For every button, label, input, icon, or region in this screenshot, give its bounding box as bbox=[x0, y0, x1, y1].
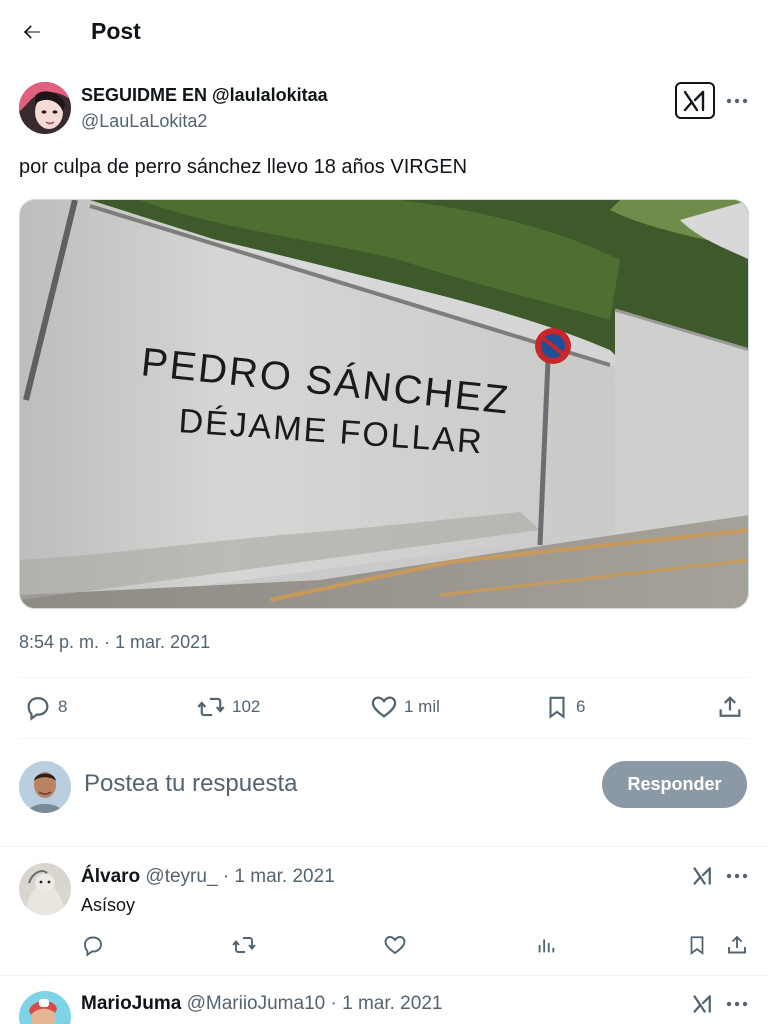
grok-button[interactable] bbox=[690, 991, 716, 1017]
repost-icon bbox=[197, 697, 225, 717]
reply-author-handle[interactable]: @teyru_ bbox=[145, 866, 217, 887]
repost-count: 102 bbox=[232, 697, 261, 716]
author-handle[interactable]: @LauLaLokita2 bbox=[81, 111, 207, 132]
reply-icon bbox=[27, 697, 49, 721]
divider bbox=[0, 975, 768, 976]
author-avatar[interactable] bbox=[19, 82, 71, 134]
heart-icon bbox=[384, 936, 406, 955]
reply-text: Asísoy bbox=[81, 895, 136, 915]
reply-meta: Álvaro @teyru_ · 1 mar. 2021 bbox=[81, 866, 335, 888]
post-image[interactable]: PEDRO SÁNCHEZ DÉJAME FOLLAR bbox=[19, 199, 749, 609]
back-button[interactable] bbox=[14, 14, 50, 50]
post-timestamp[interactable]: 8:54 p. m. · 1 mar. 2021 bbox=[19, 632, 210, 653]
like-action[interactable] bbox=[380, 930, 410, 960]
grok-icon bbox=[693, 867, 711, 885]
reply-composer: Postea tu respuesta Responder bbox=[0, 752, 768, 824]
share-icon bbox=[728, 935, 746, 954]
like-action[interactable]: 1 mil bbox=[370, 693, 440, 721]
reply-avatar[interactable] bbox=[19, 991, 71, 1024]
repost-icon bbox=[232, 937, 256, 953]
post-header: SEGUIDME EN @laulalokitaa @LauLaLokita2 bbox=[0, 78, 768, 138]
reply-action[interactable]: 8 bbox=[24, 693, 67, 721]
author-name[interactable]: SEGUIDME EN @laulalokitaa bbox=[81, 85, 328, 106]
share-action[interactable] bbox=[722, 930, 752, 960]
share-action[interactable] bbox=[716, 693, 744, 721]
divider bbox=[19, 677, 749, 678]
repost-action[interactable]: 102 bbox=[196, 693, 260, 721]
bookmark-icon bbox=[690, 936, 704, 955]
reply-meta: MarioJuma @MariioJuma10 · 1 mar. 2021 bbox=[81, 993, 442, 1015]
arrow-left-icon bbox=[23, 25, 40, 39]
bookmark-action[interactable]: 6 bbox=[544, 693, 585, 721]
views-action[interactable] bbox=[531, 930, 561, 960]
more-options-button[interactable] bbox=[722, 86, 752, 116]
more-options-button[interactable] bbox=[722, 861, 752, 891]
reply-item[interactable]: Álvaro @teyru_ · 1 mar. 2021 Asísoy bbox=[0, 860, 768, 972]
divider bbox=[19, 738, 749, 739]
grok-button[interactable] bbox=[675, 82, 715, 119]
grok-icon bbox=[693, 995, 711, 1013]
reply-author-name[interactable]: MarioJuma bbox=[81, 993, 181, 1014]
like-count: 1 mil bbox=[404, 697, 440, 716]
bookmark-action[interactable] bbox=[682, 930, 712, 960]
current-user-avatar[interactable] bbox=[19, 761, 71, 813]
bar-chart-icon bbox=[538, 939, 555, 953]
more-horizontal-icon bbox=[726, 98, 748, 104]
grok-icon bbox=[683, 90, 705, 111]
reply-author-name[interactable]: Álvaro bbox=[81, 866, 140, 887]
reply-icon bbox=[84, 936, 102, 957]
page-title: Post bbox=[91, 18, 141, 44]
post-text: por culpa de perro sánchez llevo 18 años… bbox=[19, 156, 468, 178]
bookmark-icon bbox=[549, 696, 565, 719]
reply-action[interactable] bbox=[78, 930, 108, 960]
reply-count: 8 bbox=[58, 697, 68, 716]
reply-date[interactable]: · 1 mar. 2021 bbox=[331, 993, 443, 1014]
bookmark-count: 6 bbox=[576, 697, 586, 716]
more-options-button[interactable] bbox=[722, 989, 752, 1019]
grok-button[interactable] bbox=[690, 863, 716, 889]
more-horizontal-icon bbox=[726, 873, 748, 879]
share-icon bbox=[719, 696, 741, 717]
reply-submit-button[interactable]: Responder bbox=[602, 761, 747, 808]
reply-author-handle[interactable]: @MariioJuma10 bbox=[187, 993, 326, 1014]
repost-action[interactable] bbox=[229, 930, 259, 960]
divider bbox=[0, 846, 768, 847]
reply-avatar[interactable] bbox=[19, 863, 71, 915]
top-bar: Post bbox=[0, 0, 768, 66]
reply-date[interactable]: · 1 mar. 2021 bbox=[223, 866, 335, 887]
reply-input[interactable]: Postea tu respuesta bbox=[84, 770, 297, 798]
heart-icon bbox=[371, 696, 397, 718]
reply-item[interactable]: MarioJuma @MariioJuma10 · 1 mar. 2021 bbox=[0, 988, 768, 1024]
more-horizontal-icon bbox=[726, 1001, 748, 1007]
